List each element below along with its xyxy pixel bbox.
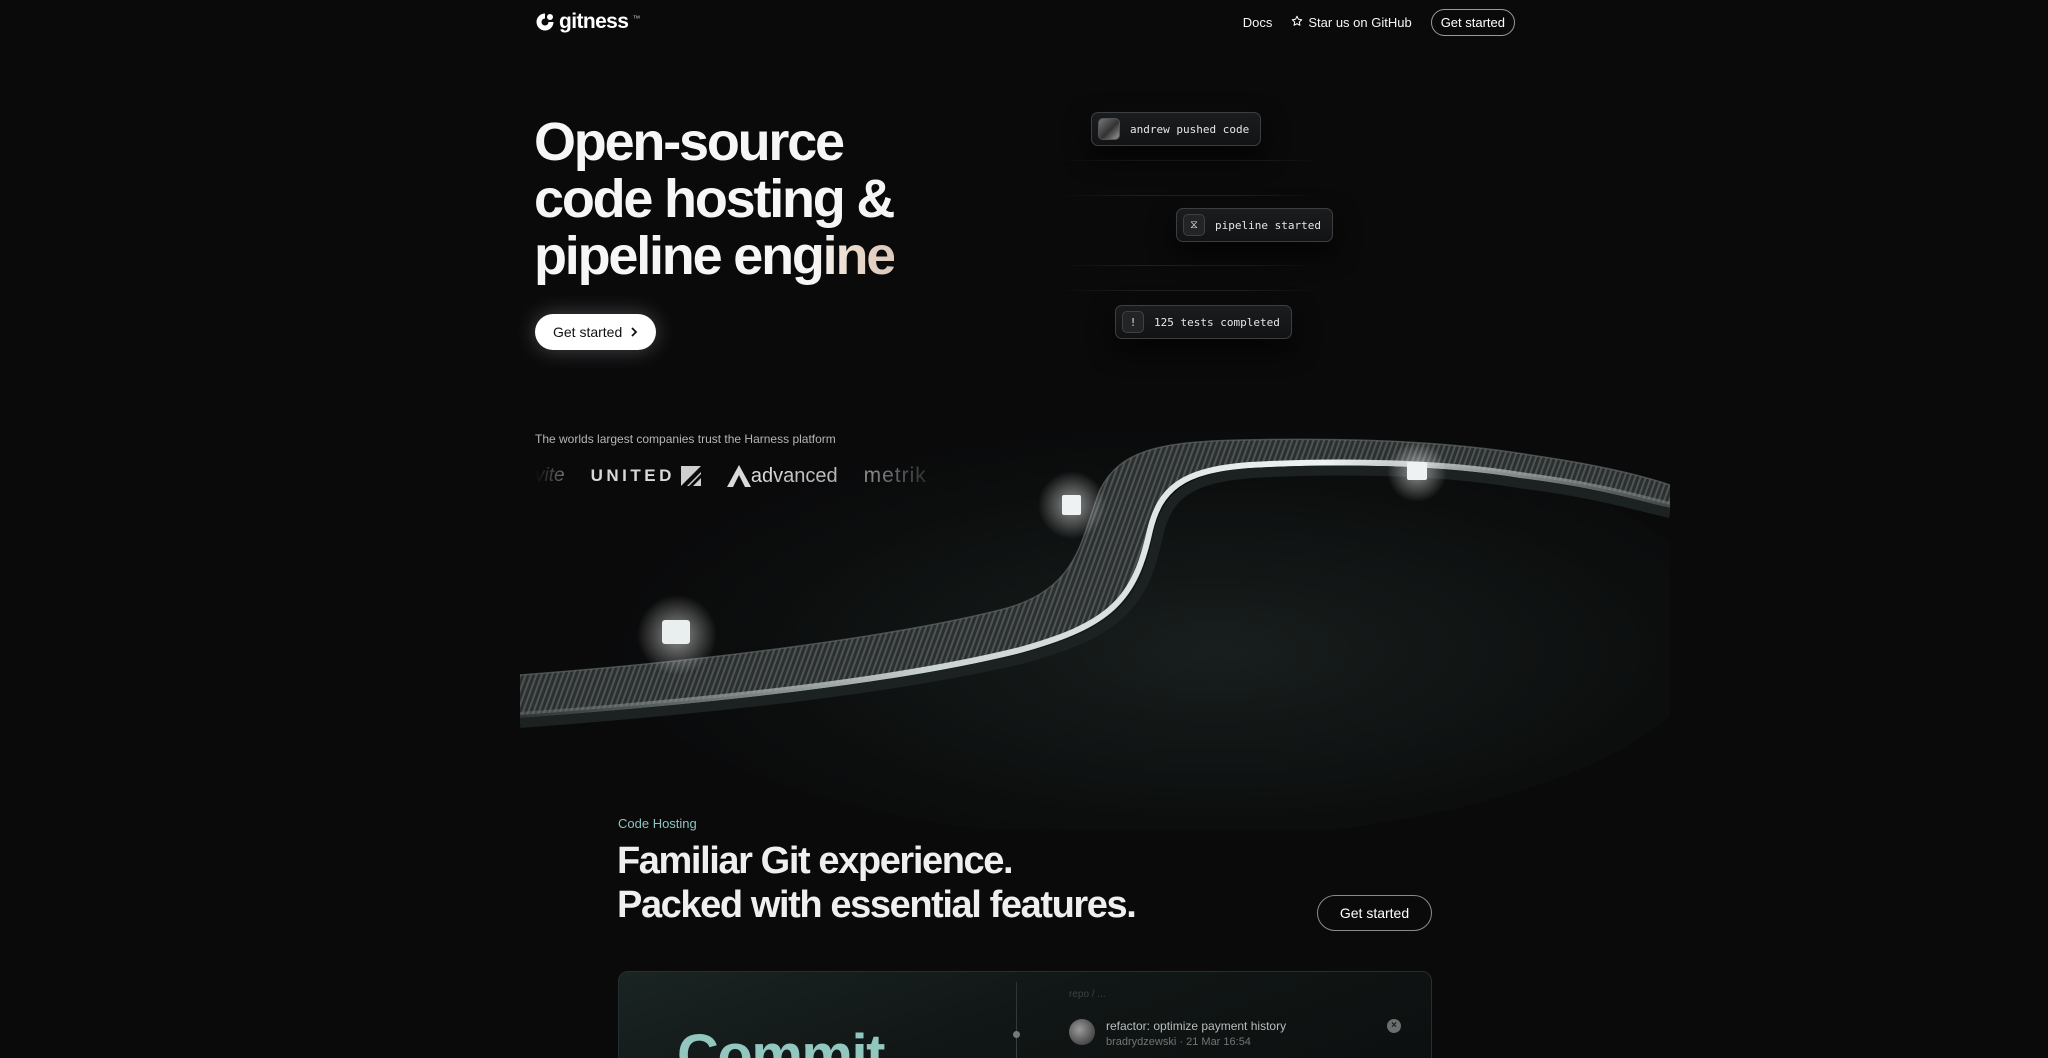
event-chip-pipeline: ⧖ pipeline started [1176, 208, 1333, 242]
event-text: 125 tests completed [1154, 315, 1280, 329]
meta-separator: · [1179, 1036, 1184, 1048]
github-star-link[interactable]: Star us on GitHub [1291, 14, 1412, 30]
pipeline-conveyor-illustration [520, 420, 1670, 830]
section-title: Familiar Git experience. Packed with ess… [617, 839, 1137, 927]
event-text: andrew pushed code [1130, 122, 1250, 136]
gitness-logo-icon [535, 12, 555, 32]
close-icon[interactable]: × [1387, 1019, 1401, 1033]
event-chip-push: andrew pushed code [1091, 112, 1262, 146]
hero-get-started-button[interactable]: Get started [535, 314, 657, 350]
section-title-line-2: Packed with essential features. [617, 884, 1137, 926]
chevron-right-icon [630, 324, 638, 340]
section-title-line-1: Familiar Git experience. [617, 840, 1014, 882]
commit-author: bradrydzewski [1106, 1036, 1177, 1048]
commit-meta: bradrydzewski · 21 Mar 16:54 [1106, 1036, 1251, 1048]
timeline-line [1016, 982, 1017, 1058]
nav-links: Docs Star us on GitHub Get started [1243, 8, 1515, 36]
section-get-started-button[interactable]: Get started [1317, 895, 1432, 931]
commit-message[interactable]: refactor: optimize payment history [1106, 1019, 1286, 1033]
trademark-mark: ™ [632, 14, 641, 23]
user-avatar [1098, 118, 1120, 140]
exclamation-icon: ! [1122, 311, 1144, 333]
hero-title-line-2: code hosting & [534, 169, 895, 229]
avatar [1069, 1019, 1095, 1045]
event-text: pipeline started [1215, 218, 1321, 232]
event-chip-tests: ! 125 tests completed [1115, 305, 1292, 339]
star-icon [1291, 15, 1303, 30]
top-nav: gitness ™ Docs Star us on GitHub Get sta… [535, 6, 1515, 38]
brand-logo[interactable]: gitness ™ [535, 10, 640, 34]
commit-time: 21 Mar 16:54 [1186, 1036, 1251, 1048]
nav-get-started-button[interactable]: Get started [1430, 8, 1515, 36]
hero-title: Open-source code hosting & pipeline engi… [534, 114, 974, 285]
brand-name: gitness [559, 10, 629, 33]
hero-title-line-3: pipeline engine [534, 226, 896, 286]
docs-link[interactable]: Docs [1243, 15, 1273, 30]
hourglass-icon: ⧖ [1183, 214, 1205, 236]
section-label: Code Hosting [618, 816, 697, 831]
github-link-label: Star us on GitHub [1308, 14, 1412, 30]
hero-cta-label: Get started [553, 324, 623, 340]
panel-feature-word: Commit [677, 1023, 885, 1058]
hero-title-line-1: Open-source [534, 112, 845, 172]
feature-preview-panel: Commit repo / ... refactor: optimize pay… [618, 971, 1432, 1058]
panel-breadcrumb: repo / ... [1069, 989, 1106, 1000]
timeline-dot [1013, 1031, 1020, 1038]
